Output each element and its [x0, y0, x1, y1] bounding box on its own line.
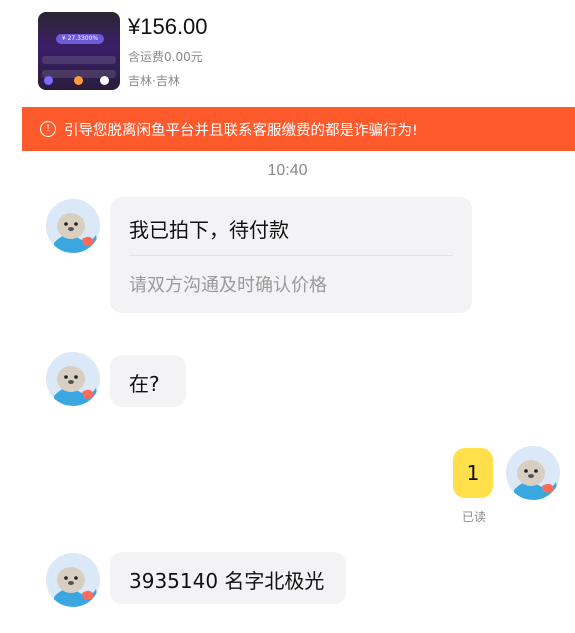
message-text: 在?: [129, 372, 160, 396]
message-text: 3935140 名字北极光: [129, 569, 325, 593]
message-bubble[interactable]: 在?: [110, 355, 186, 407]
seller-location: 吉林·吉林: [128, 74, 180, 88]
message-bubble[interactable]: 3935140 名字北极光: [110, 552, 346, 604]
seller-avatar[interactable]: [46, 199, 100, 253]
message-timestamp: 10:40: [267, 162, 308, 179]
card-divider: [129, 255, 453, 256]
info-icon: !: [40, 121, 56, 137]
order-status-title: 我已拍下，待付款: [129, 218, 289, 242]
seal-avatar-icon: [46, 553, 100, 607]
order-status-card[interactable]: 我已拍下，待付款 请双方沟通及时确认价格: [110, 197, 472, 313]
seal-avatar-icon: [46, 352, 100, 406]
seller-avatar[interactable]: [46, 553, 100, 607]
shipping-info: 含运费0.00元: [128, 50, 203, 64]
my-avatar[interactable]: [506, 446, 560, 500]
seal-avatar-icon: [46, 199, 100, 253]
fraud-warning-banner: ! 引导您脱离闲鱼平台并且联系客服缴费的都是诈骗行为!: [22, 107, 575, 151]
thumbnail-dot: [100, 76, 109, 85]
product-thumbnail[interactable]: ¥ 27.3300%: [38, 12, 120, 90]
thumbnail-dot: [44, 76, 53, 85]
message-text: 1: [466, 461, 480, 485]
seal-avatar-icon: [506, 446, 560, 500]
my-message-bubble[interactable]: 1: [453, 448, 493, 498]
read-status: 已读: [462, 510, 487, 524]
thumbnail-dot: [74, 76, 83, 85]
product-price: ¥156.00: [128, 14, 208, 39]
thumbnail-badge: ¥ 27.3300%: [56, 34, 104, 44]
order-status-subtitle: 请双方沟通及时确认价格: [129, 275, 327, 296]
thumbnail-row: [42, 56, 116, 64]
warning-text: 引导您脱离闲鱼平台并且联系客服缴费的都是诈骗行为!: [64, 122, 418, 139]
seller-avatar[interactable]: [46, 352, 100, 406]
